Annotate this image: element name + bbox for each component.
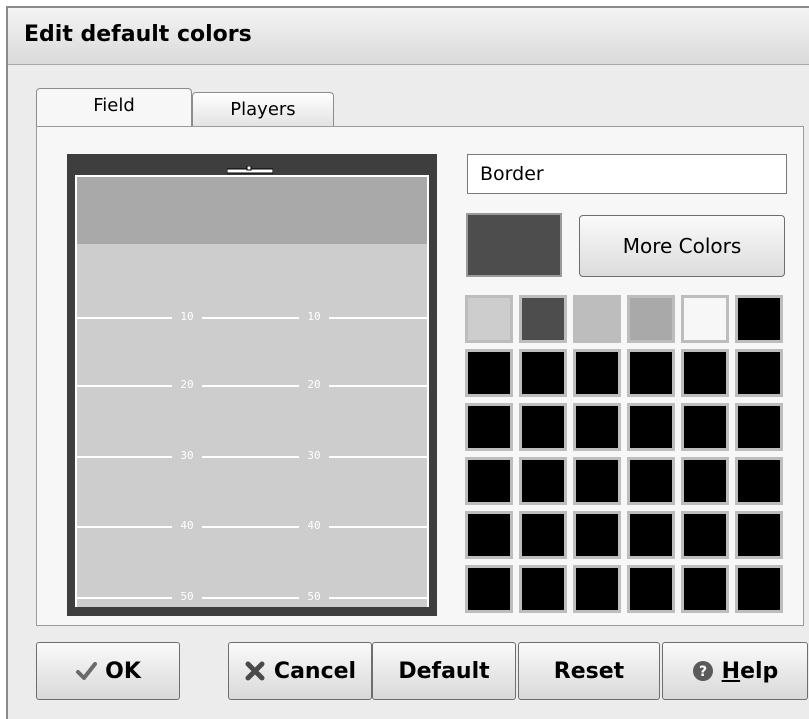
tab-players-label: Players	[230, 99, 296, 120]
color-swatch[interactable]	[735, 349, 783, 397]
title-bar[interactable]: Edit default colors	[8, 8, 809, 65]
endzone	[77, 177, 427, 244]
field-preview[interactable]: 10 10 20 20 30 30 40 40 50 50	[67, 154, 437, 616]
color-swatch[interactable]	[627, 511, 675, 559]
ok-button[interactable]: OK	[36, 642, 180, 700]
more-colors-button[interactable]: More Colors	[579, 215, 785, 277]
yard-number: 30	[172, 449, 202, 462]
help-label-rest: elp	[740, 658, 779, 684]
color-swatch[interactable]	[519, 403, 567, 451]
default-button[interactable]: Default	[372, 642, 516, 700]
color-swatch[interactable]	[465, 511, 513, 559]
color-swatch[interactable]	[519, 295, 567, 343]
yard-number: 10	[172, 310, 202, 323]
tab-players[interactable]: Players	[192, 92, 334, 126]
yard-number: 20	[299, 378, 329, 391]
color-swatch[interactable]	[681, 403, 729, 451]
color-swatch[interactable]	[681, 511, 729, 559]
color-swatch[interactable]	[573, 511, 621, 559]
color-swatch[interactable]	[627, 403, 675, 451]
color-swatch[interactable]	[681, 565, 729, 613]
selected-element-label: Border	[480, 163, 544, 185]
field-tab-panel: 10 10 20 20 30 30 40 40 50 50 Border Mor…	[36, 126, 804, 626]
color-swatch[interactable]	[735, 457, 783, 505]
color-swatch[interactable]	[465, 295, 513, 343]
field-surface: 10 10 20 20 30 30 40 40 50 50	[75, 175, 429, 607]
color-swatch[interactable]	[573, 403, 621, 451]
color-swatch[interactable]	[573, 565, 621, 613]
help-label: Help	[722, 659, 779, 684]
color-swatch[interactable]	[681, 457, 729, 505]
color-swatch[interactable]	[627, 457, 675, 505]
yard-number: 40	[172, 519, 202, 532]
yard-number: 50	[172, 590, 202, 603]
yard-number: 40	[299, 519, 329, 532]
default-label: Default	[398, 658, 490, 684]
color-swatch[interactable]	[573, 349, 621, 397]
yard-line-50	[77, 597, 427, 599]
color-swatch[interactable]	[519, 457, 567, 505]
color-swatch[interactable]	[465, 457, 513, 505]
yard-line-20	[77, 385, 427, 387]
reset-button[interactable]: Reset	[518, 642, 660, 700]
color-swatch[interactable]	[735, 295, 783, 343]
color-swatch[interactable]	[519, 349, 567, 397]
color-swatch[interactable]	[573, 295, 621, 343]
yard-line-10	[77, 317, 427, 319]
color-swatch[interactable]	[735, 565, 783, 613]
yard-number: 50	[299, 590, 329, 603]
question-circle-icon: ?	[692, 661, 713, 681]
color-swatch[interactable]	[735, 511, 783, 559]
help-button[interactable]: ? Help	[662, 642, 808, 700]
selected-color-preview	[466, 213, 562, 277]
color-swatch[interactable]	[627, 349, 675, 397]
color-swatch[interactable]	[681, 349, 729, 397]
cancel-label: Cancel	[273, 658, 357, 684]
color-swatch[interactable]	[627, 295, 675, 343]
svg-text:?: ?	[699, 664, 707, 680]
edit-default-colors-dialog: Edit default colors Field Players 10 10 …	[6, 6, 809, 719]
yard-line-30	[77, 456, 427, 458]
more-colors-label: More Colors	[622, 234, 742, 258]
color-swatch[interactable]	[627, 565, 675, 613]
color-swatch[interactable]	[735, 403, 783, 451]
selected-element-field[interactable]: Border	[467, 154, 787, 194]
checkmark-icon	[76, 662, 98, 680]
goalpost-icon	[227, 166, 273, 174]
ok-label: OK	[105, 658, 141, 684]
dialog-title: Edit default colors	[24, 22, 252, 47]
help-hotkey: H	[721, 658, 741, 684]
yard-number: 30	[299, 449, 329, 462]
color-swatch[interactable]	[465, 349, 513, 397]
color-swatch[interactable]	[465, 565, 513, 613]
color-swatch[interactable]	[573, 457, 621, 505]
color-swatch[interactable]	[519, 511, 567, 559]
reset-label: Reset	[553, 658, 625, 684]
x-cross-icon	[245, 661, 265, 681]
cancel-button[interactable]: Cancel	[228, 642, 372, 700]
yard-number: 10	[299, 310, 329, 323]
tab-field-label: Field	[93, 95, 135, 116]
color-swatch[interactable]	[519, 565, 567, 613]
color-swatch[interactable]	[681, 295, 729, 343]
yard-number: 20	[172, 378, 202, 391]
tab-field[interactable]: Field	[36, 88, 192, 126]
yard-line-40	[77, 526, 427, 528]
color-swatch[interactable]	[465, 403, 513, 451]
